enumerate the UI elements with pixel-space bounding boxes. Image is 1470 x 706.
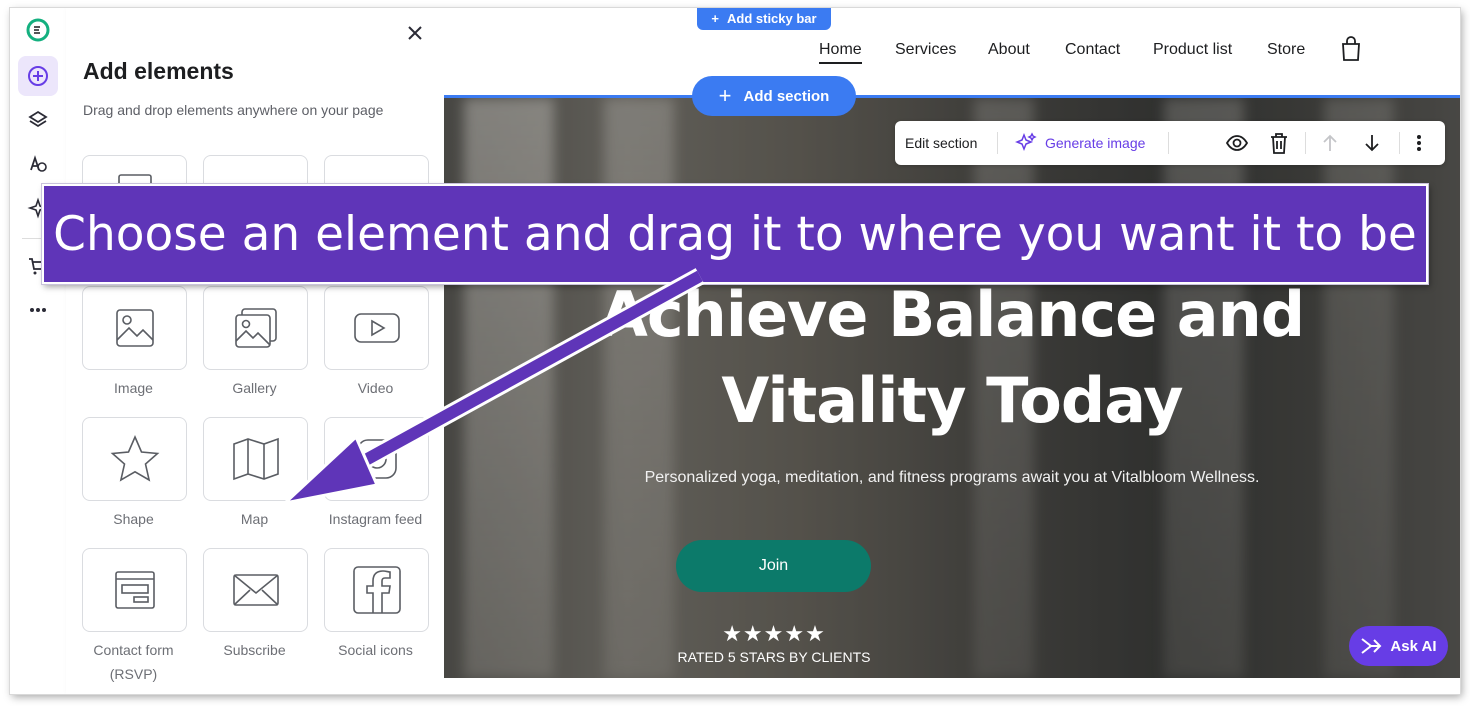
facebook-icon bbox=[352, 566, 401, 614]
join-button[interactable]: Join bbox=[676, 540, 871, 592]
add-elements-panel: Add elements Drag and drop elements anyw… bbox=[66, 8, 444, 694]
more-options-icon[interactable] bbox=[1415, 121, 1423, 165]
nav-services[interactable]: Services bbox=[895, 41, 956, 59]
generate-image-button[interactable]: Generate image bbox=[1015, 121, 1145, 165]
nav-contact[interactable]: Contact bbox=[1065, 41, 1120, 59]
trash-icon[interactable] bbox=[1269, 121, 1289, 165]
instagram-icon bbox=[356, 439, 397, 479]
element-tile-instagram[interactable] bbox=[324, 417, 429, 501]
layers-icon[interactable] bbox=[18, 100, 58, 140]
close-icon[interactable] bbox=[402, 20, 428, 46]
element-tile-social-icons[interactable] bbox=[324, 548, 429, 632]
website-canvas: Home Services About Contact Product list… bbox=[444, 8, 1460, 694]
element-label-shape: Shape bbox=[113, 511, 154, 527]
star-shape-icon bbox=[110, 434, 159, 482]
styles-icon[interactable] bbox=[18, 144, 58, 184]
element-tile-image[interactable] bbox=[82, 286, 187, 370]
eye-icon[interactable] bbox=[1225, 121, 1249, 165]
add-section-button[interactable]: + Add section bbox=[692, 76, 856, 116]
gallery-icon bbox=[234, 308, 277, 348]
element-label-video: Video bbox=[357, 380, 394, 396]
nav-product-list[interactable]: Product list bbox=[1153, 41, 1232, 59]
site-header: Home Services About Contact Product list… bbox=[444, 8, 1460, 98]
edit-section-button[interactable]: Edit section bbox=[905, 121, 977, 165]
hero-paragraph: Personalized yoga, meditation, and fitne… bbox=[644, 469, 1260, 486]
logo-icon[interactable] bbox=[18, 10, 58, 50]
video-icon bbox=[353, 313, 400, 343]
element-label-subscribe: Subscribe bbox=[223, 642, 286, 658]
contact-form-icon bbox=[114, 571, 155, 609]
element-label-gallery: Gallery bbox=[232, 380, 277, 396]
element-label-instagram: Instagram feed bbox=[328, 511, 423, 527]
rating-text: RATED 5 STARS BY CLIENTS bbox=[677, 649, 871, 665]
nav-about[interactable]: About bbox=[988, 41, 1030, 59]
panel-subtitle: Drag and drop elements anywhere on your … bbox=[83, 102, 384, 118]
ask-ai-button[interactable]: Ask AI bbox=[1349, 626, 1448, 666]
toolbar-divider bbox=[997, 132, 998, 154]
element-label-contact-form: Contact form (RSVP) bbox=[93, 642, 174, 682]
element-tile-gallery[interactable] bbox=[203, 286, 308, 370]
add-elements-icon[interactable] bbox=[18, 56, 58, 96]
plus-icon: + bbox=[718, 83, 732, 108]
element-tile-shape[interactable] bbox=[82, 417, 187, 501]
ask-ai-icon bbox=[1361, 638, 1382, 654]
element-tile-contact-form[interactable] bbox=[82, 548, 187, 632]
element-label-social-icons: Social icons bbox=[338, 642, 413, 658]
element-label-image: Image bbox=[114, 380, 153, 396]
nav-home[interactable]: Home bbox=[819, 41, 862, 64]
instruction-banner: Choose an element and drag it to where y… bbox=[42, 184, 1428, 284]
panel-title: Add elements bbox=[83, 58, 234, 84]
move-up-icon[interactable] bbox=[1321, 121, 1339, 165]
map-icon bbox=[232, 437, 279, 481]
element-label-map: Map bbox=[240, 511, 269, 527]
toolbar-divider bbox=[1168, 132, 1169, 154]
element-tile-video[interactable] bbox=[324, 286, 429, 370]
element-tile-map[interactable] bbox=[203, 417, 308, 501]
sparkle-icon bbox=[1015, 132, 1037, 152]
section-toolbar: Edit section Generate image bbox=[895, 121, 1445, 165]
hero-title-line2: Vitality Today bbox=[721, 364, 1183, 437]
element-tile-subscribe[interactable] bbox=[203, 548, 308, 632]
image-icon bbox=[115, 309, 154, 347]
move-down-icon[interactable] bbox=[1363, 121, 1381, 165]
shopping-bag-icon[interactable] bbox=[1340, 36, 1362, 67]
editor-sidebar-rail bbox=[10, 8, 67, 694]
add-sticky-bar-button[interactable]: + Add sticky bar bbox=[697, 8, 831, 30]
editor-window: Add elements Drag and drop elements anyw… bbox=[10, 8, 1460, 694]
plus-icon: + bbox=[711, 10, 719, 26]
nav-store[interactable]: Store bbox=[1267, 41, 1305, 59]
hero-title-line1: Achieve Balance and bbox=[599, 278, 1305, 351]
more-icon[interactable] bbox=[18, 290, 58, 330]
toolbar-divider bbox=[1305, 132, 1306, 154]
toolbar-divider bbox=[1399, 132, 1400, 154]
rating-stars: ★★★★★ bbox=[722, 621, 826, 646]
envelope-icon bbox=[232, 574, 279, 606]
